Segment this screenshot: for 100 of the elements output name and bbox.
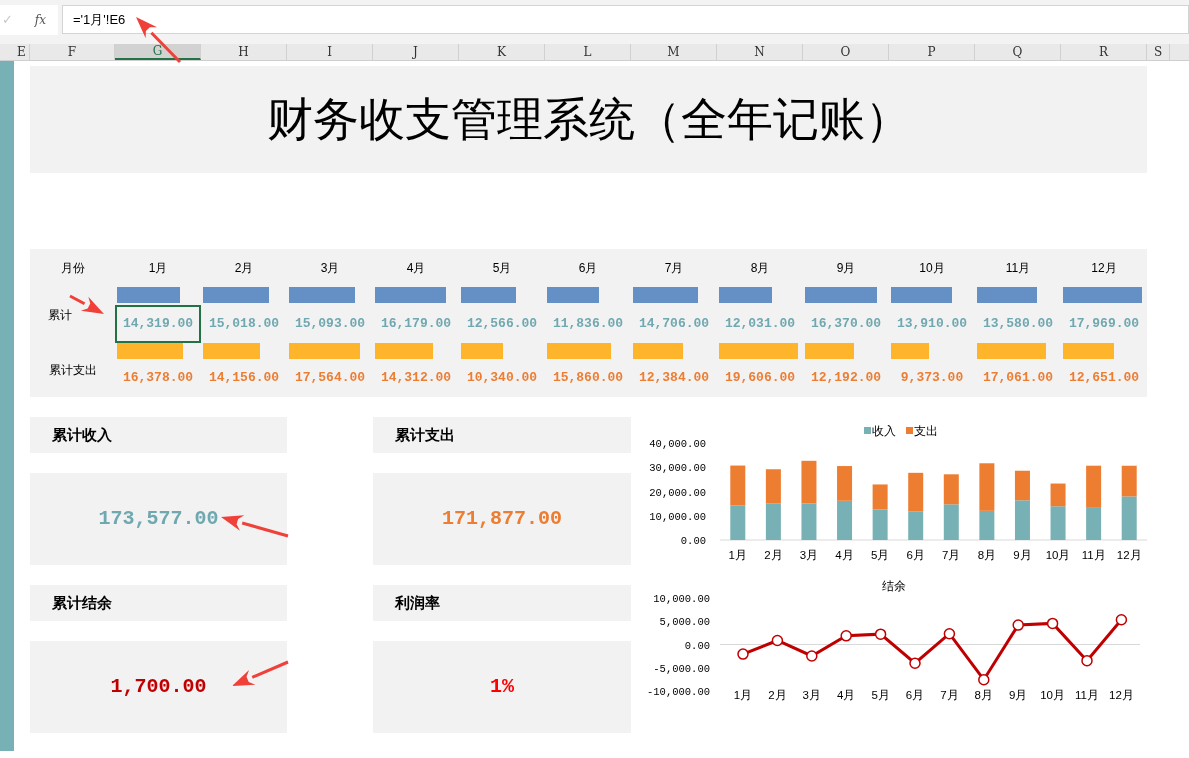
chart-bar [1050,506,1066,540]
chart-bar [943,504,959,540]
axis-label: 7月 [940,689,959,701]
column-header[interactable]: I [287,44,373,60]
chart-title: 结余 [882,579,906,593]
axis-label: 12月 [1109,689,1134,701]
formula-field[interactable]: ='1月'!E6 [62,5,1189,34]
month-header: 12月 [1090,260,1118,277]
axis-label: 2月 [768,689,787,701]
axis-label: 6月 [906,549,925,561]
axis-label: 11月 [1081,549,1106,561]
axis-label: 10月 [1040,689,1065,701]
chart-bar [837,500,853,540]
row-label: 月份 [59,260,86,277]
row-label: 累计 [48,307,72,324]
month-header: 1月 [147,260,169,277]
chart-point [1046,617,1059,630]
chart-point [978,673,990,686]
table-cell-text: 14,312.00 [379,369,453,388]
table-cell-text: 15,860.00 [551,369,625,388]
column-header[interactable]: K [459,44,545,60]
card-value: 173,577.00 [30,473,287,565]
column-header[interactable]: J [373,44,459,60]
axis-label: 3月 [799,549,819,561]
chart-bar [1086,507,1102,540]
axis-label: 7月 [942,549,961,561]
column-header[interactable]: P [889,44,975,60]
axis-label: 4月 [835,549,854,561]
chart-point [771,634,784,647]
axis-label: 4月 [837,689,856,701]
chart-bar [908,511,924,540]
card-value: 171,877.00 [373,473,631,565]
month-header: 4月 [405,260,427,277]
month-header: 11月 [1004,260,1032,277]
axis-label: 11月 [1075,689,1099,701]
page-title: 财务收支管理系统（全年记账） [30,66,1147,173]
chart-bar [837,466,853,501]
chart-bar [1121,496,1137,540]
chart-bar [943,474,959,505]
month-header: 7月 [663,260,685,277]
axis-label: 8月 [974,689,993,701]
annotation-arrow [221,515,289,538]
chart-point [1115,614,1128,626]
axis-label: 0.00 [684,639,710,652]
legend-label: 支出 [914,424,938,438]
axis-label: -10,000.00 [647,686,710,698]
legend-swatch-icon [906,427,913,434]
table-cell-text: 12,192.00 [809,369,883,388]
card-label: 利润率 [373,585,631,621]
card-label: 累计支出 [373,417,631,453]
chart-bar [1086,465,1102,508]
column-header[interactable]: E [14,44,30,60]
table-cell-text: 10,340.00 [465,369,539,388]
column-header[interactable]: L [545,44,631,60]
axis-label: 2月 [764,549,783,561]
card-value: 1% [373,641,631,733]
table-cell-text: 12,384.00 [637,369,711,388]
month-header: 6月 [577,260,599,277]
function-label[interactable]: fx [34,11,46,29]
column-header[interactable]: Q [975,44,1061,60]
axis-label: 20,000.00 [649,486,706,499]
month-header: 10月 [918,260,946,277]
month-header: 2月 [233,260,255,277]
month-header: 5月 [491,260,513,277]
axis-label: 6月 [905,689,925,701]
chart-bar [765,503,781,540]
column-header[interactable]: R [1061,44,1147,60]
chart-bar [1014,470,1030,501]
column-header[interactable]: G [115,44,201,60]
column-header[interactable]: S [1147,44,1170,60]
chart-bar [1121,465,1137,497]
axis-label: 1月 [733,689,753,701]
column-header[interactable]: O [803,44,889,60]
column-header[interactable]: H [201,44,287,60]
chart-bar [730,465,746,506]
axis-label: 8月 [977,549,997,561]
chart-bar [872,484,888,510]
axis-label: 5,000.00 [659,616,710,629]
axis-label: 5月 [871,689,890,701]
axis-label: 9月 [1013,549,1032,561]
column-header[interactable]: N [717,44,803,60]
chart-point [909,657,921,669]
chart-point [1012,619,1024,631]
card-label: 累计收入 [30,417,287,453]
row-label: 累计支出 [47,362,98,379]
table-cell-text: 17,061.00 [981,369,1055,388]
chart-bar [730,505,746,540]
chart-bar [801,460,817,504]
chart-point [1081,654,1093,667]
annotation-arrow [232,660,289,686]
chart-point [806,650,818,662]
axis-label: 10月 [1045,549,1071,561]
axis-label: 1月 [728,549,747,561]
legend-label: 收入 [872,424,896,438]
chart-bar [801,503,817,540]
card-value: 1,700.00 [30,641,287,733]
column-header[interactable]: M [631,44,717,60]
chart-point [840,630,852,642]
table-cell-text: 16,378.00 [121,369,195,388]
chart-point [874,628,887,640]
